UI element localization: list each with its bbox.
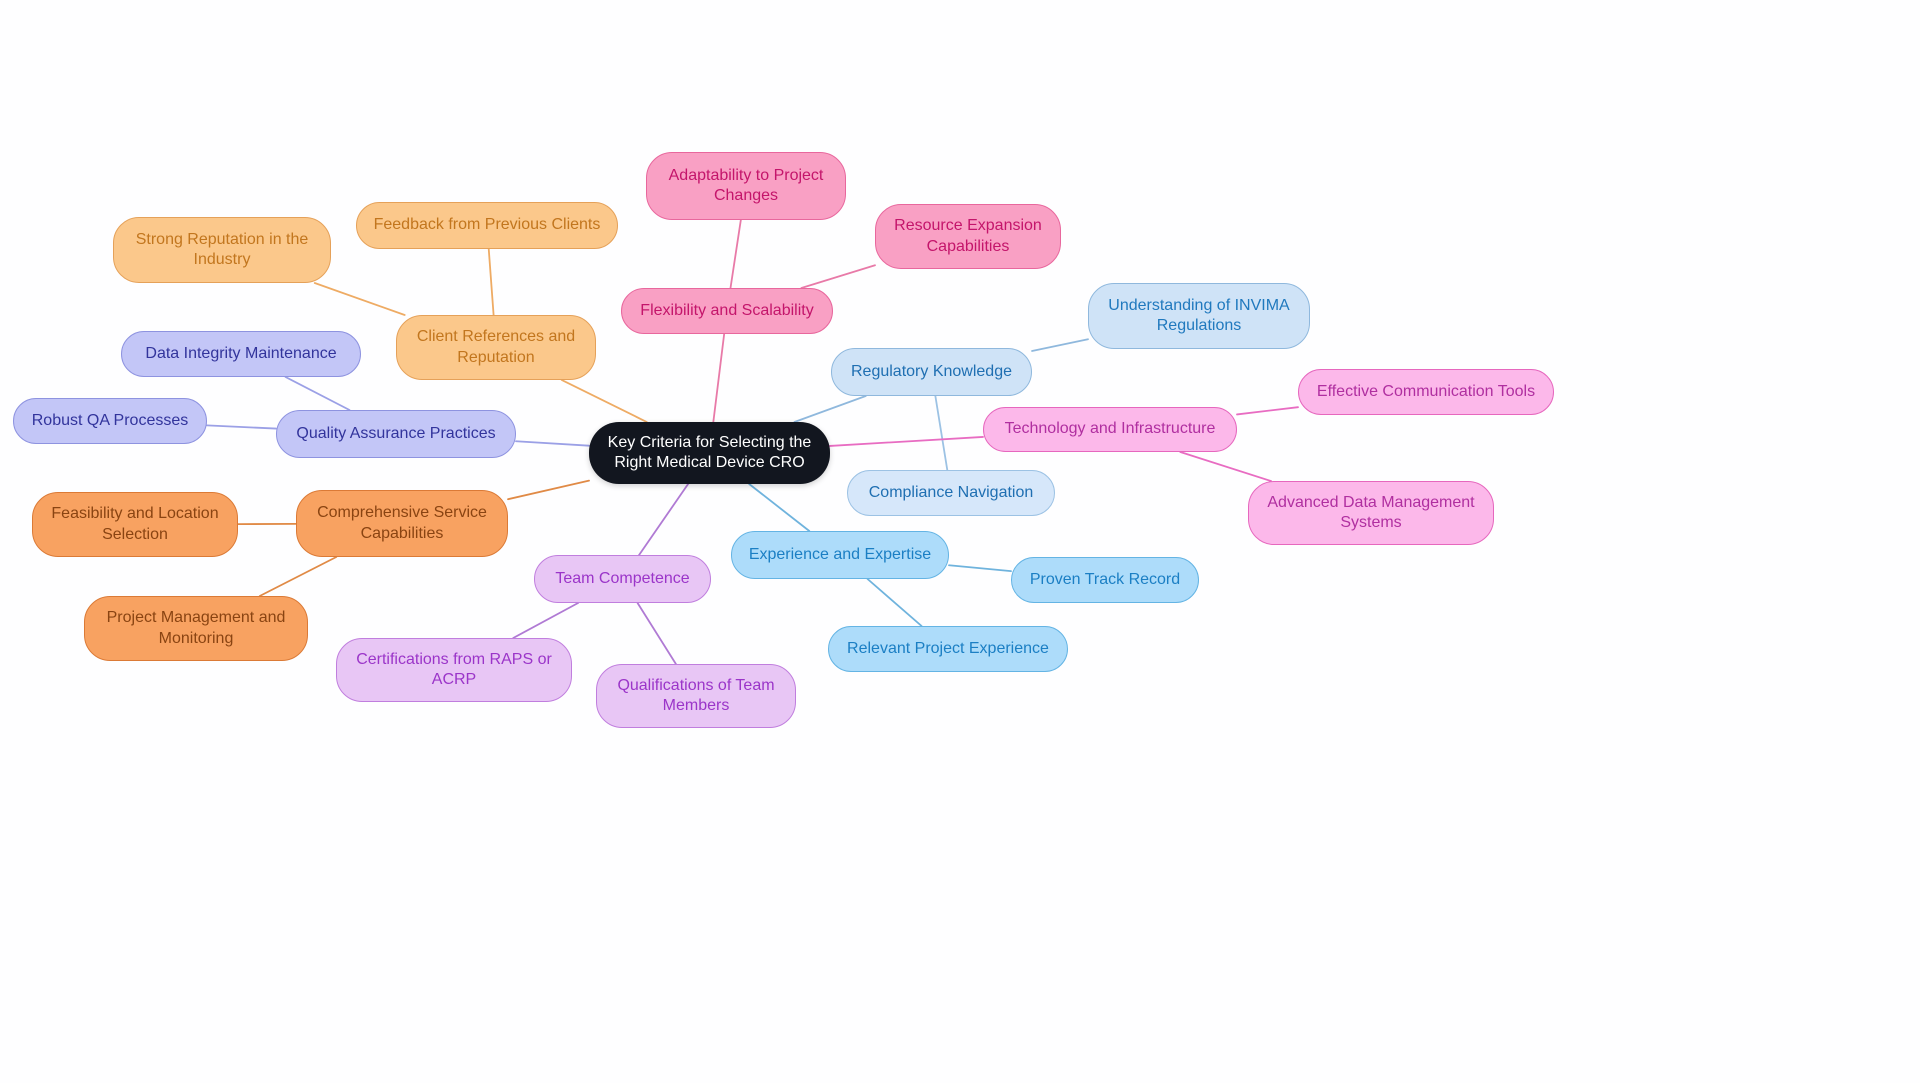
mindmap-edge-experience-expertise-to-proven-track-record [948, 564, 1012, 573]
mindmap-edge-root-to-client-references-reputation [560, 379, 648, 423]
mindmap-node-team-competence[interactable]: Team Competence [534, 555, 711, 603]
mindmap-node-data-integrity-maintenance[interactable]: Data Integrity Maintenance [121, 331, 361, 377]
mindmap-node-strong-reputation-industry[interactable]: Strong Reputation in the Industry [113, 217, 331, 283]
mindmap-node-resource-expansion-capabilities[interactable]: Resource Expansion Capabilities [875, 204, 1061, 269]
mindmap-canvas: Key Criteria for Selecting the Right Med… [0, 0, 1920, 1083]
mindmap-node-flexibility-scalability[interactable]: Flexibility and Scalability [621, 288, 833, 334]
mindmap-edge-quality-assurance-practices-to-data-integrity-maintenance [284, 376, 351, 411]
mindmap-edge-flexibility-scalability-to-resource-expansion-capabilities [800, 264, 876, 289]
mindmap-edge-root-to-team-competence [638, 483, 689, 556]
mindmap-node-comprehensive-service-capabilities[interactable]: Comprehensive Service Capabilities [296, 490, 508, 557]
mindmap-edge-client-references-reputation-to-strong-reputation-industry [313, 282, 406, 316]
mindmap-edge-technology-infrastructure-to-advanced-data-management [1179, 451, 1272, 482]
mindmap-node-feedback-previous-clients[interactable]: Feedback from Previous Clients [356, 202, 618, 249]
mindmap-edge-client-references-reputation-to-feedback-previous-clients [487, 248, 495, 316]
mindmap-node-understanding-invima[interactable]: Understanding of INVIMA Regulations [1088, 283, 1310, 349]
mindmap-edge-root-to-flexibility-scalability [712, 333, 726, 423]
mindmap-node-client-references-reputation[interactable]: Client References and Reputation [396, 315, 596, 380]
mindmap-edge-team-competence-to-qualifications-team-members [636, 602, 677, 665]
mindmap-node-feasibility-location-selection[interactable]: Feasibility and Location Selection [32, 492, 238, 557]
mindmap-node-effective-communication-tools[interactable]: Effective Communication Tools [1298, 369, 1554, 415]
mindmap-node-proven-track-record[interactable]: Proven Track Record [1011, 557, 1199, 603]
mindmap-node-adaptability-project-changes[interactable]: Adaptability to Project Changes [646, 152, 846, 220]
mindmap-node-quality-assurance-practices[interactable]: Quality Assurance Practices [276, 410, 516, 458]
mindmap-node-advanced-data-management[interactable]: Advanced Data Management Systems [1248, 481, 1494, 545]
mindmap-node-qualifications-team-members[interactable]: Qualifications of Team Members [596, 664, 796, 728]
mindmap-node-relevant-project-experience[interactable]: Relevant Project Experience [828, 626, 1068, 672]
mindmap-edge-root-to-experience-expertise [748, 483, 811, 532]
mindmap-node-project-management-monitoring[interactable]: Project Management and Monitoring [84, 596, 308, 661]
mindmap-edge-experience-expertise-to-relevant-project-experience [866, 578, 923, 627]
mindmap-node-experience-expertise[interactable]: Experience and Expertise [731, 531, 949, 579]
mindmap-edge-root-to-comprehensive-service-capabilities [507, 479, 590, 501]
mindmap-edge-root-to-quality-assurance-practices [515, 440, 590, 447]
mindmap-edge-root-to-regulatory-knowledge [793, 395, 867, 423]
mindmap-node-technology-infrastructure[interactable]: Technology and Infrastructure [983, 407, 1237, 452]
mindmap-node-certifications-raps-acrp[interactable]: Certifications from RAPS or ACRP [336, 638, 572, 702]
mindmap-edge-comprehensive-service-capabilities-to-project-management-monitoring [258, 556, 338, 597]
mindmap-node-compliance-navigation[interactable]: Compliance Navigation [847, 470, 1055, 516]
mindmap-edge-flexibility-scalability-to-adaptability-project-changes [729, 219, 742, 289]
mindmap-node-robust-qa-processes[interactable]: Robust QA Processes [13, 398, 207, 444]
mindmap-edge-quality-assurance-practices-to-robust-qa-processes [206, 424, 277, 430]
mindmap-node-root[interactable]: Key Criteria for Selecting the Right Med… [589, 422, 830, 484]
mindmap-edge-team-competence-to-certifications-raps-acrp [512, 602, 579, 639]
mindmap-edge-root-to-technology-infrastructure [829, 436, 984, 447]
mindmap-edge-regulatory-knowledge-to-compliance-navigation [934, 395, 949, 471]
mindmap-edge-technology-infrastructure-to-effective-communication-tools [1236, 406, 1299, 416]
mindmap-node-regulatory-knowledge[interactable]: Regulatory Knowledge [831, 348, 1032, 396]
mindmap-edge-layer [206, 219, 1299, 665]
mindmap-edge-regulatory-knowledge-to-understanding-invima [1031, 338, 1089, 352]
